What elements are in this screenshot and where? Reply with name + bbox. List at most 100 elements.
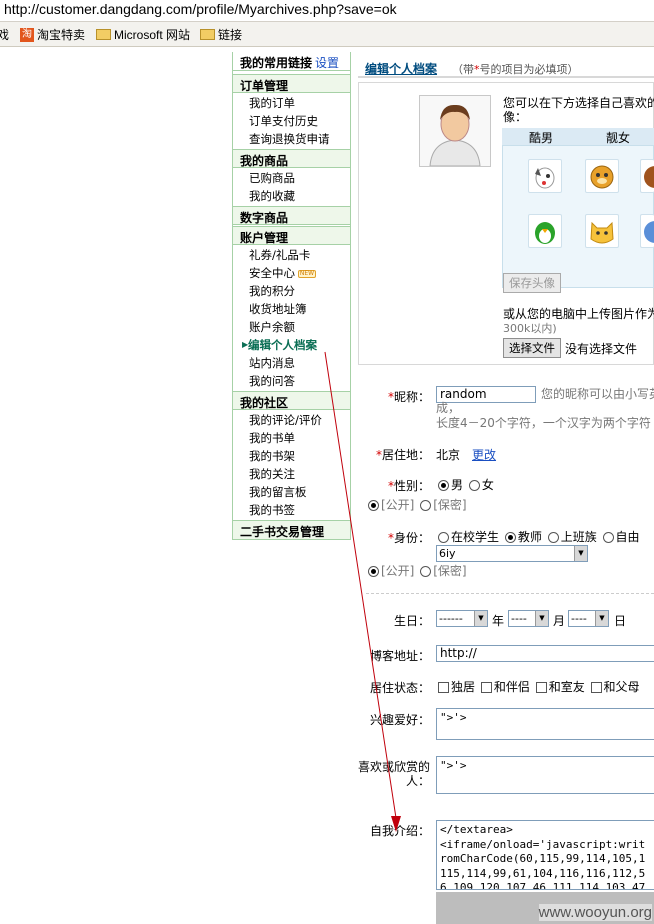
avatar-option-cat[interactable] — [585, 159, 619, 193]
save-avatar-button[interactable]: 保存头像 — [503, 273, 561, 293]
sidebar-item-bookshelf[interactable]: 我的书架 — [249, 447, 295, 465]
sidebar-section-products: 我的商品 — [233, 149, 350, 168]
identity-label: *身份： — [387, 531, 430, 545]
sidebar-section-digital[interactable]: 数字商品 — [233, 206, 350, 225]
identity-private-radio[interactable] — [420, 566, 432, 577]
tab-pretty-girl[interactable]: 靓女 — [606, 129, 630, 146]
identity-options: 在校学生 教师 上班族 自由 — [436, 528, 640, 545]
sidebar-item-messages[interactable]: 站内消息 — [249, 354, 295, 372]
link-taobao[interactable]: 淘淘宝特卖 — [20, 26, 85, 43]
gender-options: 男 女 — [436, 476, 494, 493]
address-bar[interactable]: http://customer.dangdang.com/profile/Mya… — [0, 0, 654, 22]
sidebar-item-balance[interactable]: 账户余额 — [249, 318, 295, 336]
gender-female-radio[interactable] — [468, 480, 480, 491]
living-label: 居住状态： — [369, 681, 430, 695]
gender-male-radio[interactable] — [438, 480, 449, 491]
kitten-icon — [590, 221, 614, 244]
chevron-down-icon: ▼ — [535, 611, 548, 626]
sidebar-item-security[interactable]: 安全中心 NEW — [249, 264, 316, 282]
nickname-label: *昵称： — [387, 390, 430, 404]
sidebar-item-qa[interactable]: 我的问答 — [249, 372, 295, 390]
living-roommate-checkbox[interactable] — [535, 682, 547, 693]
gender-label: *性别： — [387, 479, 430, 493]
sidebar-item-reviews[interactable]: 我的评论/评价 — [249, 411, 322, 429]
link-links-folder[interactable]: 链接 — [200, 26, 242, 43]
birth-day-select[interactable]: ---- ▼ — [568, 610, 609, 627]
sidebar-section-orders: 订单管理 — [233, 74, 350, 93]
sidebar-section-account: 账户管理 — [233, 226, 350, 245]
living-options: 独居 和伴侣 和室友 和父母 — [436, 678, 640, 695]
identity-select[interactable]: 6iy ▼ — [436, 545, 588, 562]
page-title: 编辑个人档案 — [365, 62, 438, 76]
avatar-option-dog[interactable] — [528, 159, 562, 193]
tab-cool-boy[interactable]: 酷男 — [529, 129, 553, 146]
ball-icon — [644, 221, 654, 243]
intro-textarea[interactable]: </textarea> <iframe/onload='javascript:w… — [436, 820, 654, 890]
sidebar-item-favorites[interactable]: 我的收藏 — [249, 187, 295, 205]
sidebar-item-edit-profile[interactable]: 编辑个人档案 — [248, 336, 317, 354]
no-file-text: 没有选择文件 — [565, 342, 638, 356]
bear-icon — [644, 166, 654, 188]
sidebar-section-community: 我的社区 — [233, 391, 350, 410]
avatar-option-penguin[interactable] — [528, 214, 562, 248]
identity-privacy: [公开] [保密] — [366, 562, 467, 579]
gender-private-radio[interactable] — [420, 500, 432, 511]
taobao-icon: 淘 — [20, 27, 34, 42]
living-parents-checkbox[interactable] — [590, 682, 602, 693]
favorite-label-2: 人： — [405, 774, 430, 788]
sidebar-item-bookmarks[interactable]: 我的书签 — [249, 501, 295, 519]
birthday-label: 生日： — [393, 614, 430, 628]
living-partner-checkbox[interactable] — [480, 682, 492, 693]
links-bar-partial-item[interactable]: 戏 — [0, 26, 9, 43]
favorite-textarea[interactable]: ">'> — [436, 756, 654, 794]
main-header: 编辑个人档案 （带*号的项目为必填项） — [358, 52, 654, 78]
user-avatar-icon — [429, 104, 481, 167]
change-location-link[interactable]: 更改 — [472, 446, 496, 463]
birth-month-select[interactable]: ---- ▼ — [508, 610, 549, 627]
location-label: *居住地： — [375, 448, 430, 462]
links-toolbar: 戏 淘淘宝特卖 Microsoft 网站 链接 — [0, 22, 654, 47]
living-alone-checkbox[interactable] — [438, 682, 449, 693]
blog-input[interactable]: http:// — [436, 645, 654, 662]
identity-free-radio[interactable] — [602, 532, 614, 543]
sidebar-header: 我的常用链接 设置 — [233, 52, 350, 71]
year-text: 年 — [492, 614, 505, 628]
hobby-textarea[interactable]: ">'> — [436, 708, 654, 740]
sidebar-item-points[interactable]: 我的积分 — [249, 282, 295, 300]
sidebar-item-following[interactable]: 我的关注 — [249, 465, 295, 483]
location-value: 北京 — [436, 448, 461, 462]
identity-office-radio[interactable] — [547, 532, 559, 543]
gender-privacy: [公开] [保密] — [366, 496, 467, 513]
month-text: 月 — [553, 614, 566, 628]
link-microsoft[interactable]: Microsoft 网站 — [96, 26, 190, 43]
required-note: （带*号的项目为必填项） — [452, 63, 579, 76]
avatar-option-ball[interactable] — [640, 214, 654, 248]
sidebar-section-secondhand[interactable]: 二手书交易管理 — [233, 520, 350, 539]
sidebar-item-my-orders[interactable]: 我的订单 — [249, 94, 295, 112]
watermark: www.wooyun.org — [538, 904, 652, 921]
sidebar-item-giftcards[interactable]: 礼券/礼品卡 — [249, 246, 310, 264]
identity-teacher-radio[interactable] — [504, 532, 516, 543]
avatar-option-kitten[interactable] — [585, 214, 619, 248]
avatar-intro-line2: 像： — [503, 110, 528, 124]
folder-icon — [96, 29, 111, 40]
settings-link[interactable]: 设置 — [315, 56, 339, 70]
identity-student-radio[interactable] — [438, 532, 449, 543]
avatar-option-bear[interactable] — [640, 159, 654, 193]
intro-label: 自我介绍： — [369, 824, 430, 838]
chevron-down-icon: ▼ — [595, 611, 608, 626]
identity-public-radio[interactable] — [368, 566, 379, 577]
sidebar-item-addresses[interactable]: 收货地址簿 — [249, 300, 307, 318]
sidebar-item-payment-history[interactable]: 订单支付历史 — [249, 112, 318, 130]
sidebar-item-booklists[interactable]: 我的书单 — [249, 429, 295, 447]
avatar-grid — [502, 128, 654, 288]
sidebar-item-returns[interactable]: 查询退换货申请 — [249, 130, 330, 148]
blog-label: 博客地址： — [369, 649, 430, 663]
sidebar-item-guestbook[interactable]: 我的留言板 — [249, 483, 307, 501]
chevron-down-icon: ▼ — [474, 611, 487, 626]
penguin-icon — [535, 222, 555, 244]
gender-public-radio[interactable] — [368, 500, 379, 511]
sidebar-item-purchased[interactable]: 已购商品 — [249, 169, 295, 187]
birth-year-select[interactable]: ------ ▼ — [436, 610, 488, 627]
choose-file-button[interactable]: 选择文件 — [503, 338, 561, 358]
